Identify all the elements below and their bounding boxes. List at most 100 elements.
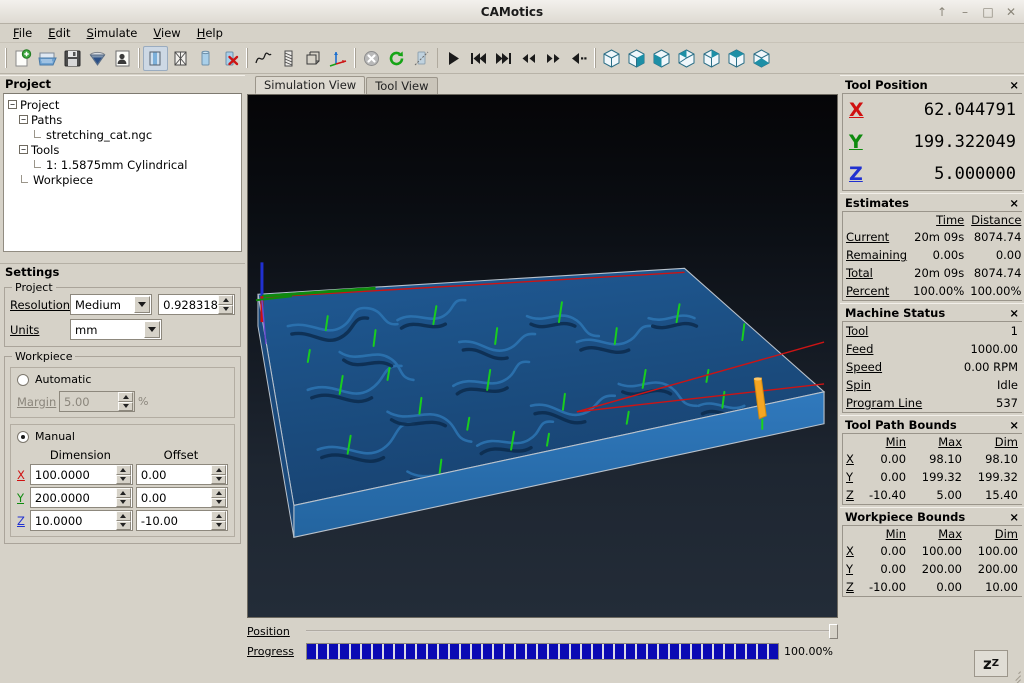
chevron-down-icon[interactable]	[134, 296, 151, 313]
show-axes-button[interactable]	[326, 46, 351, 71]
clear-workpiece-button[interactable]	[218, 46, 243, 71]
simulation-viewport[interactable]	[247, 94, 838, 618]
spinner-up-icon[interactable]	[115, 465, 131, 475]
view-left-button[interactable]	[674, 46, 699, 71]
manual-radio-row[interactable]: Manual	[17, 430, 228, 443]
open-project-button[interactable]	[35, 46, 60, 71]
tab-simulation-view[interactable]: Simulation View	[255, 76, 366, 94]
spinner-buttons[interactable]	[115, 465, 131, 484]
tree-item-tools[interactable]: − Tools	[8, 142, 241, 157]
spinner-buttons[interactable]	[115, 488, 131, 507]
examples-button[interactable]	[110, 46, 135, 71]
slider-handle[interactable]	[829, 624, 838, 639]
spinner-down-icon[interactable]	[211, 474, 226, 484]
automatic-radio[interactable]	[17, 373, 29, 386]
spinner-buttons[interactable]	[115, 511, 131, 530]
close-icon[interactable]: ×	[1009, 78, 1019, 92]
close-button[interactable]: ✕	[1004, 5, 1018, 19]
tree-item-workpiece[interactable]: Workpiece	[8, 172, 241, 187]
spinner-down-icon[interactable]	[115, 474, 131, 484]
show-bounds-button[interactable]	[301, 46, 326, 71]
show-workpiece-button[interactable]	[143, 45, 168, 71]
offset-input-x[interactable]: 0.00	[135, 464, 228, 485]
expand-toggle-icon[interactable]: −	[19, 115, 28, 124]
sleep-button[interactable]: zZ	[974, 650, 1008, 677]
tree-item-project[interactable]: − Project	[8, 97, 241, 112]
resolution-select[interactable]: Medium	[70, 294, 153, 315]
close-icon[interactable]: ×	[1009, 196, 1019, 210]
resolution-number-input[interactable]: 0.928318	[158, 294, 235, 315]
expand-toggle-icon[interactable]: −	[8, 100, 17, 109]
menu-simulate[interactable]: Simulate	[80, 24, 145, 42]
dimension-input-y[interactable]: 200.0000	[29, 487, 133, 508]
view-isometric-button[interactable]	[599, 46, 624, 71]
optimize-button[interactable]	[409, 46, 434, 71]
offset-input-y[interactable]: 0.00	[135, 487, 228, 508]
spinner-up-icon[interactable]	[115, 511, 131, 521]
spinner-down-icon[interactable]	[211, 497, 226, 507]
step-back-button[interactable]	[566, 46, 591, 71]
skip-to-start-button[interactable]	[466, 46, 491, 71]
new-project-button[interactable]	[10, 46, 35, 71]
spinner-down-icon[interactable]	[115, 497, 131, 507]
dimension-input-x[interactable]: 100.0000	[29, 464, 133, 485]
spinner-down-icon[interactable]	[218, 304, 233, 314]
tool-settings-button[interactable]	[85, 46, 110, 71]
project-tree[interactable]: − Project − Paths stretching_cat.ngc − T…	[3, 93, 242, 252]
toolbar-grip-2[interactable]	[135, 47, 143, 69]
toolbar-grip-3[interactable]	[243, 47, 251, 69]
view-top-button[interactable]	[724, 46, 749, 71]
spinner-up-icon[interactable]	[115, 488, 131, 498]
position-slider[interactable]	[306, 623, 838, 639]
spinner-down-icon[interactable]	[115, 520, 131, 530]
skip-to-end-button[interactable]	[491, 46, 516, 71]
close-icon[interactable]: ×	[1009, 306, 1019, 320]
menu-help[interactable]: Help	[190, 24, 230, 42]
tab-tool-view[interactable]: Tool View	[366, 77, 438, 94]
tree-item-ngc-file[interactable]: stretching_cat.ngc	[8, 127, 241, 142]
spinner-up-icon[interactable]	[211, 488, 226, 498]
units-select[interactable]: mm	[70, 319, 162, 340]
save-project-button[interactable]	[60, 46, 85, 71]
expand-toggle-icon[interactable]: −	[19, 145, 28, 154]
menu-edit[interactable]: Edit	[41, 24, 77, 42]
show-tool-button[interactable]	[193, 46, 218, 71]
show-wireframe-button[interactable]	[168, 46, 193, 71]
view-right-button[interactable]	[699, 46, 724, 71]
spinner-up-icon[interactable]	[211, 511, 226, 521]
spinner-buttons[interactable]	[218, 295, 233, 314]
reload-button[interactable]	[384, 46, 409, 71]
spinner-buttons[interactable]	[211, 465, 226, 484]
close-icon[interactable]: ×	[1009, 510, 1019, 524]
minimize-button[interactable]: –	[958, 5, 972, 19]
automatic-radio-row[interactable]: Automatic	[17, 373, 228, 386]
toolbar-grip-5[interactable]	[591, 47, 599, 69]
toolbar-grip[interactable]	[2, 47, 10, 69]
toolbar-grip-4[interactable]	[351, 47, 359, 69]
tree-item-paths[interactable]: − Paths	[8, 112, 241, 127]
resize-grip[interactable]	[1009, 668, 1021, 683]
show-tool-path-button[interactable]	[276, 46, 301, 71]
spinner-up-icon[interactable]	[218, 295, 233, 305]
stop-button[interactable]	[359, 46, 384, 71]
spinner-down-icon[interactable]	[211, 520, 226, 530]
tree-item-tool-1[interactable]: 1: 1.5875mm Cylindrical	[8, 157, 241, 172]
show-path-button[interactable]	[251, 46, 276, 71]
spinner-buttons[interactable]	[211, 511, 226, 530]
maximize-button[interactable]: □	[981, 5, 995, 19]
play-button[interactable]	[441, 46, 466, 71]
menu-file[interactable]: File	[6, 24, 39, 42]
menu-view[interactable]: View	[146, 24, 187, 42]
spinner-up-icon[interactable]	[211, 465, 226, 475]
close-icon[interactable]: ×	[1009, 418, 1019, 432]
fast-forward-button[interactable]	[541, 46, 566, 71]
view-back-button[interactable]	[649, 46, 674, 71]
rewind-button[interactable]	[516, 46, 541, 71]
offset-input-z[interactable]: -10.00	[135, 510, 228, 531]
shade-button[interactable]: ↑	[935, 5, 949, 19]
spinner-buttons[interactable]	[211, 488, 226, 507]
dimension-input-z[interactable]: 10.0000	[29, 510, 133, 531]
manual-radio[interactable]	[17, 430, 29, 443]
view-front-button[interactable]	[624, 46, 649, 71]
chevron-down-icon[interactable]	[144, 321, 160, 338]
